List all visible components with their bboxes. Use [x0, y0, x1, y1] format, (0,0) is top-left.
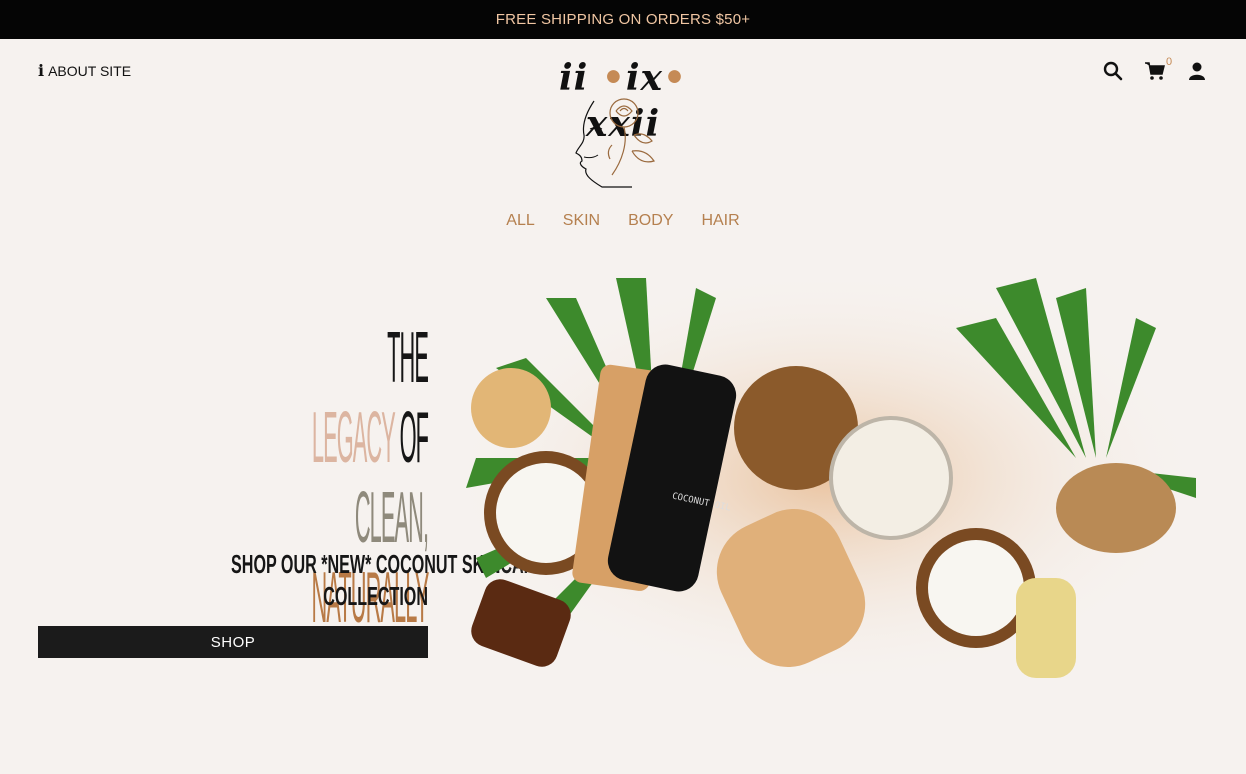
- info-icon: i: [38, 61, 45, 80]
- header-icons: 0: [1102, 56, 1208, 82]
- hero-product-image: COCONUT OIL: [446, 268, 1206, 688]
- site-logo[interactable]: ii •ix• xxii: [520, 55, 726, 195]
- announcement-bar: FREE SHIPPING ON ORDERS $50+: [0, 0, 1246, 39]
- about-site-link[interactable]: i ABOUT SITE: [38, 61, 131, 80]
- nav-item-body[interactable]: BODY: [628, 212, 673, 230]
- category-nav: ALL SKIN BODY HAIR: [0, 212, 1246, 230]
- search-icon[interactable]: [1102, 60, 1124, 82]
- user-icon[interactable]: [1186, 60, 1208, 82]
- shop-button[interactable]: SHOP: [38, 626, 428, 658]
- face-rose-logo-art: [575, 98, 655, 188]
- about-site-label: ABOUT SITE: [48, 62, 132, 79]
- announcement-text: FREE SHIPPING ON ORDERS $50+: [495, 11, 751, 28]
- cart-icon[interactable]: 0: [1144, 56, 1172, 82]
- nav-item-all[interactable]: ALL: [506, 212, 534, 230]
- nav-item-skin[interactable]: SKIN: [563, 212, 600, 230]
- nav-item-hair[interactable]: HAIR: [701, 212, 739, 230]
- cart-count-badge: 0: [1166, 56, 1173, 68]
- hero-line-clean: CLEAN,: [354, 478, 429, 558]
- hero-subheading: SHOP OUR *NEW* COCONUT SKINCARE COLLECTI…: [231, 549, 547, 611]
